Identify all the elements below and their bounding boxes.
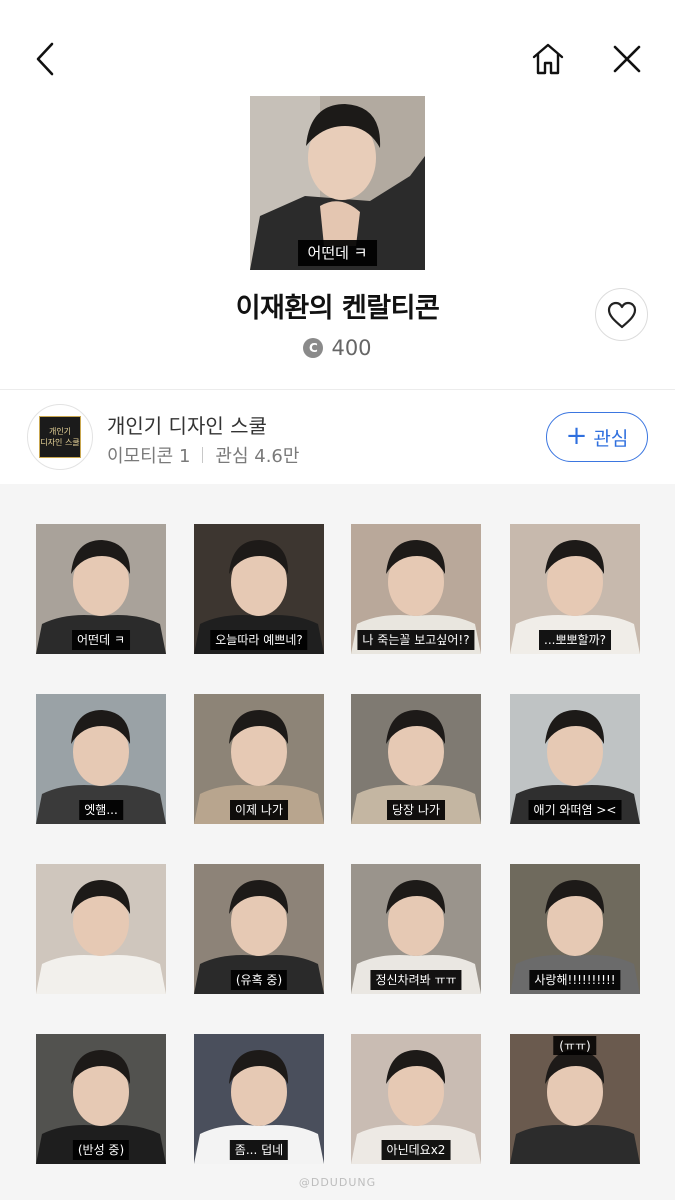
sticker-caption: 어떤데 ㅋ bbox=[72, 630, 130, 650]
sticker-caption: 애기 와떠염 >< bbox=[528, 800, 622, 820]
home-icon bbox=[532, 43, 564, 75]
sticker-caption: 오늘따라 예쁘네? bbox=[210, 630, 308, 650]
sticker-caption: 사랑해!!!!!!!!!! bbox=[529, 970, 621, 990]
page-title: 이재환의 켄랄티콘 bbox=[235, 293, 440, 324]
creator-name[interactable]: 개인기 디자인 스쿨 bbox=[107, 410, 267, 439]
sticker-caption: ...뽀뽀할까? bbox=[539, 630, 611, 650]
creator-logo: 개인기 디자인 스쿨 bbox=[39, 416, 81, 458]
sticker-item[interactable]: (ㅠㅠ) bbox=[510, 1034, 640, 1164]
creator-row: 개인기 디자인 스쿨 개인기 디자인 스쿨 이모티콘 1 관심 4.6만 + 관… bbox=[0, 390, 675, 484]
sticker-item[interactable]: 정신차려봐 ㅠㅠ bbox=[351, 864, 481, 994]
sticker-item[interactable]: 당장 나가 bbox=[351, 694, 481, 824]
sticker-item[interactable]: 애기 와떠염 >< bbox=[510, 694, 640, 824]
emoticon-count: 이모티콘 1 bbox=[107, 446, 191, 467]
hero-caption: 어떤데 ㅋ bbox=[297, 240, 378, 266]
sticker-caption: 엣햄... bbox=[79, 800, 123, 820]
follow-button[interactable]: + 관심 bbox=[546, 412, 648, 462]
watermark: @DDUDUNG bbox=[298, 1176, 377, 1189]
sticker-item[interactable]: (유혹 중) bbox=[194, 864, 324, 994]
sticker-item[interactable]: (반성 중) bbox=[36, 1034, 166, 1164]
sticker-caption: 정신차려봐 ㅠㅠ bbox=[370, 970, 462, 990]
home-button[interactable] bbox=[524, 35, 572, 83]
sticker-item[interactable]: 이제 나가 bbox=[194, 694, 324, 824]
sticker-caption: (ㅠㅠ) bbox=[553, 1036, 597, 1055]
like-button[interactable] bbox=[595, 288, 648, 341]
sticker-item[interactable]: 어떤데 ㅋ bbox=[36, 524, 166, 654]
sticker-caption: (반성 중) bbox=[72, 1140, 130, 1160]
creator-stats: 이모티콘 1 관심 4.6만 bbox=[107, 442, 299, 468]
interest-count: 관심 4.6만 bbox=[215, 446, 300, 467]
hero-sticker-image: 어떤데 ㅋ bbox=[250, 96, 425, 270]
sticker-caption: 나 죽는꼴 보고싶어!? bbox=[357, 630, 475, 650]
sticker-item[interactable]: 좀... 덥네 bbox=[194, 1034, 324, 1164]
sticker-item[interactable]: 사랑해!!!!!!!!!! bbox=[510, 864, 640, 994]
creator-avatar[interactable]: 개인기 디자인 스쿨 bbox=[27, 404, 93, 470]
follow-label: 관심 bbox=[593, 427, 629, 450]
sticker-caption: (유혹 중) bbox=[230, 970, 288, 990]
sticker-item[interactable]: 오늘따라 예쁘네? bbox=[194, 524, 324, 654]
close-icon bbox=[613, 45, 641, 73]
close-button[interactable] bbox=[603, 35, 651, 83]
stats-separator bbox=[202, 447, 204, 463]
sticker-item[interactable]: 나 죽는꼴 보고싶어!? bbox=[351, 524, 481, 654]
sticker-item[interactable]: 엣햄... bbox=[36, 694, 166, 824]
top-bar bbox=[0, 0, 675, 100]
sticker-item[interactable]: 아닌데요x2 bbox=[351, 1034, 481, 1164]
sticker-grid: 어떤데 ㅋ 오늘따라 예쁘네? 나 죽는꼴 보고싶어!? ...뽀뽀할까? 엣햄... 이… bbox=[0, 484, 675, 1200]
heart-outline-icon bbox=[607, 301, 636, 328]
sticker-photo bbox=[36, 864, 166, 994]
sticker-item[interactable]: ...뽀뽀할까? bbox=[510, 524, 640, 654]
sticker-caption: 좀... 덥네 bbox=[229, 1140, 289, 1160]
sticker-caption: 아닌데요x2 bbox=[381, 1140, 451, 1160]
sticker-caption: 당장 나가 bbox=[387, 800, 445, 820]
back-button[interactable] bbox=[22, 35, 70, 83]
price: C 400 bbox=[0, 336, 675, 360]
plus-icon: + bbox=[565, 421, 588, 451]
sticker-item[interactable] bbox=[36, 864, 166, 994]
chevron-left-icon bbox=[36, 42, 54, 76]
coin-icon: C bbox=[303, 338, 324, 358]
price-value: 400 bbox=[331, 336, 372, 360]
sticker-caption: 이제 나가 bbox=[230, 800, 288, 820]
